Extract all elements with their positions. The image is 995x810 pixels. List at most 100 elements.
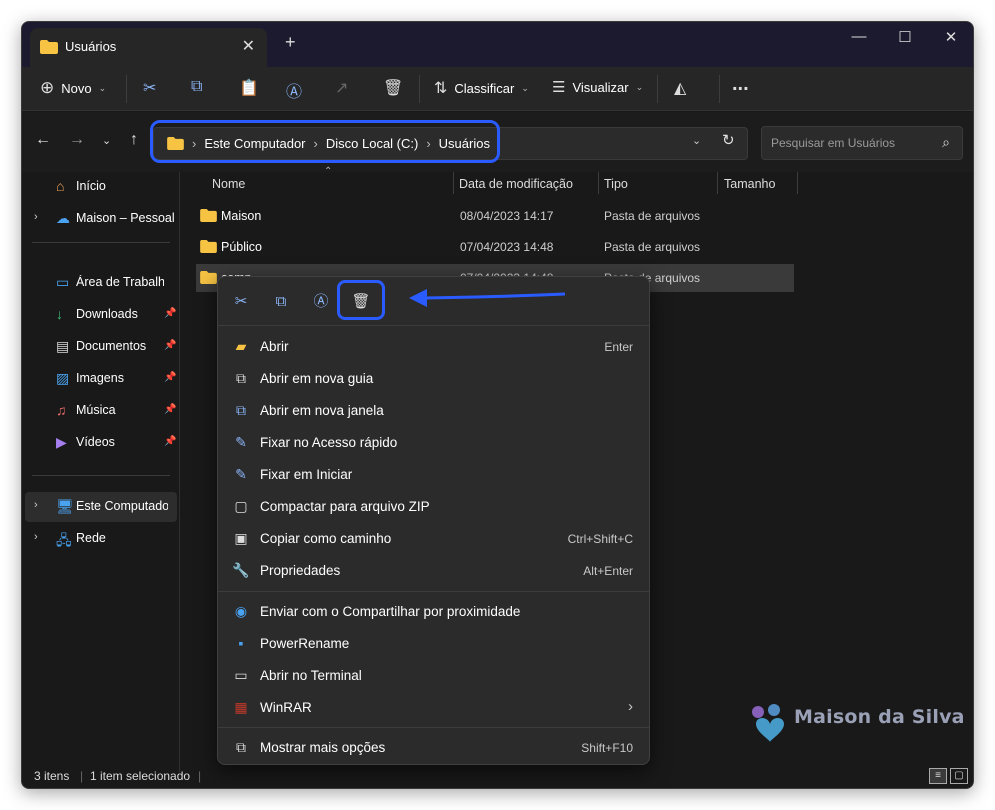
sidebar-item-music[interactable]: ♫ Música 📌 xyxy=(22,396,177,426)
forward-arrow-icon[interactable]: → xyxy=(69,131,85,149)
close-icon[interactable]: ✕ xyxy=(928,28,973,46)
menu-item-nearby-share[interactable]: ◉ Enviar com o Compartilhar por proximid… xyxy=(218,596,649,628)
folder-icon xyxy=(200,240,217,253)
sidebar-item-onedrive[interactable]: › ☁ Maison – Pessoal xyxy=(22,204,177,234)
search-icon: ⌕ xyxy=(942,134,950,150)
sidebar-item-documents[interactable]: ▤ Documentos 📌 xyxy=(22,332,177,362)
column-header-name[interactable]: Nome xyxy=(212,177,245,203)
menu-item-label: Compactar para arquivo ZIP xyxy=(260,499,430,514)
rename-icon[interactable]: Ⓐ xyxy=(301,287,341,317)
video-icon: ▶ xyxy=(56,434,67,450)
column-divider[interactable] xyxy=(598,172,599,194)
menu-shortcut: Ctrl+Shift+C xyxy=(567,532,633,546)
new-button[interactable]: ⊕ Novo ⌄ xyxy=(40,78,106,98)
search-box[interactable]: Pesquisar em Usuários ⌕ xyxy=(761,126,963,160)
back-arrow-icon[interactable]: ← xyxy=(35,131,51,149)
menu-item-pin-quick-access[interactable]: ✎ Fixar no Acesso rápido xyxy=(218,427,649,459)
new-label: Novo xyxy=(61,80,92,96)
item-count: 3 itens xyxy=(34,769,70,783)
menu-item-label: Abrir no Terminal xyxy=(260,668,362,683)
sidebar-item-videos[interactable]: ▶ Vídeos 📌 xyxy=(22,428,177,458)
tiles-view-icon[interactable]: ▢ xyxy=(950,768,968,784)
menu-item-open-terminal[interactable]: ▭ Abrir no Terminal xyxy=(218,660,649,692)
menu-item-label: Abrir em nova guia xyxy=(260,371,374,386)
expand-chevron-icon[interactable]: › xyxy=(34,531,38,543)
up-arrow-icon[interactable]: ↑ xyxy=(130,131,138,149)
file-row[interactable]: Público 07/04/2023 14:48 Pasta de arquiv… xyxy=(196,233,794,261)
divider xyxy=(218,591,649,592)
sidebar-item-desktop[interactable]: ▭ Área de Trabalho xyxy=(22,268,177,298)
winrar-icon: ▦ xyxy=(234,699,248,715)
column-header-modified[interactable]: Data de modificação xyxy=(459,177,573,203)
menu-item-open-new-window[interactable]: ⧉ Abrir em nova janela xyxy=(218,395,649,427)
submenu-chevron-icon: › xyxy=(628,698,633,715)
powerrename-icon: ▪ xyxy=(238,635,244,651)
refresh-icon[interactable]: ↻ xyxy=(722,131,735,149)
divider xyxy=(32,242,170,243)
sidebar-item-label: Downloads xyxy=(76,307,138,321)
menu-item-properties[interactable]: 🔧 Propriedades Alt+Enter xyxy=(218,555,649,587)
tab-close-icon[interactable]: ✕ xyxy=(242,36,255,56)
sort-label: Classificar xyxy=(454,80,515,96)
sidebar-item-label: Documentos xyxy=(76,339,147,353)
expand-chevron-icon[interactable]: › xyxy=(34,499,38,511)
divider xyxy=(719,75,720,103)
address-dropdown-icon[interactable]: ⌄ xyxy=(692,134,701,147)
minimize-icon[interactable]: — xyxy=(836,28,882,45)
plus-icon[interactable]: + xyxy=(285,32,296,53)
sidebar-item-this-pc[interactable]: › 🖥 Este Computador xyxy=(25,492,177,522)
column-divider[interactable] xyxy=(717,172,718,194)
menu-item-powerrename[interactable]: ▪ PowerRename xyxy=(218,628,649,660)
sidebar-item-inicio[interactable]: ⌂ Início xyxy=(22,172,177,202)
file-type: Pasta de arquivos xyxy=(604,209,701,223)
recent-chevron-icon[interactable]: ⌄ xyxy=(102,134,111,147)
menu-item-winrar[interactable]: ▦ WinRAR › xyxy=(218,692,649,724)
pin-icon: 📌 xyxy=(164,436,177,447)
maximize-icon[interactable]: ☐ xyxy=(882,28,928,46)
sidebar-item-images[interactable]: ▨ Imagens 📌 xyxy=(22,364,177,394)
rename-icon[interactable]: Ⓐ xyxy=(286,78,302,102)
expand-chevron-icon[interactable]: › xyxy=(34,211,38,223)
tab-usuarios[interactable]: Usuários ✕ xyxy=(30,28,267,67)
cut-icon[interactable]: ✂ xyxy=(221,287,261,317)
selection-count: 1 item selecionado xyxy=(90,769,191,783)
folder-icon xyxy=(200,209,217,222)
cut-icon[interactable]: ✂ xyxy=(143,78,156,98)
delete-icon[interactable]: 🗑 xyxy=(383,78,403,98)
sidebar-item-network[interactable]: › 🖧 Rede xyxy=(22,524,177,554)
file-name: Maison xyxy=(221,209,262,223)
view-button[interactable]: ☰ Visualizar ⌄ xyxy=(552,78,643,96)
file-row[interactable]: Maison 08/04/2023 14:17 Pasta de arquivo… xyxy=(196,202,794,230)
sidebar-item-downloads[interactable]: ↓ Downloads 📌 xyxy=(22,300,177,330)
column-divider[interactable] xyxy=(797,172,798,194)
filter-icon[interactable]: ◭ xyxy=(674,78,686,98)
menu-item-label: WinRAR xyxy=(260,700,312,715)
watermark-logo-icon xyxy=(752,704,784,742)
menu-item-copy-path[interactable]: ▣ Copiar como caminho Ctrl+Shift+C xyxy=(218,523,649,555)
sort-up-icon: ⌃ xyxy=(324,166,333,177)
menu-item-label: Abrir xyxy=(260,339,289,354)
details-view-icon[interactable]: ≡ xyxy=(929,768,947,784)
menu-item-open-new-tab[interactable]: ⧉ Abrir em nova guia xyxy=(218,363,649,395)
menu-item-label: Fixar no Acesso rápido xyxy=(260,435,398,450)
more-options-icon: ⧉ xyxy=(236,739,246,755)
divider xyxy=(32,475,170,476)
share-icon[interactable]: ↗ xyxy=(335,78,348,98)
menu-item-compress-zip[interactable]: ▢ Compactar para arquivo ZIP xyxy=(218,491,649,523)
copy-icon[interactable]: ⧉ xyxy=(191,78,202,96)
menu-item-show-more-options[interactable]: ⧉ Mostrar mais opções Shift+F10 xyxy=(218,732,649,764)
pin-icon: ✎ xyxy=(235,434,247,450)
navigation-pane: ⌂ Início › ☁ Maison – Pessoal ▭ Área de … xyxy=(22,172,180,772)
file-explorer-window: Usuários ✕ + — ☐ ✕ ⊕ Novo ⌄ ✂ ⧉ 📋 Ⓐ ↗ 🗑 … xyxy=(21,21,974,789)
column-divider[interactable] xyxy=(453,172,454,194)
column-header-size[interactable]: Tamanho xyxy=(724,177,775,203)
menu-item-open[interactable]: ▰ Abrir Enter xyxy=(218,331,649,363)
divider xyxy=(657,75,658,103)
sort-button[interactable]: ⇅ Classificar ⌄ xyxy=(434,78,529,98)
chevron-down-icon: ⌄ xyxy=(635,81,644,92)
column-header-type[interactable]: Tipo xyxy=(604,177,628,203)
copy-icon[interactable]: ⧉ xyxy=(261,287,301,317)
menu-item-pin-start[interactable]: ✎ Fixar em Iniciar xyxy=(218,459,649,491)
more-options-button[interactable]: ... xyxy=(732,73,749,96)
paste-icon[interactable]: 📋 xyxy=(239,78,259,98)
